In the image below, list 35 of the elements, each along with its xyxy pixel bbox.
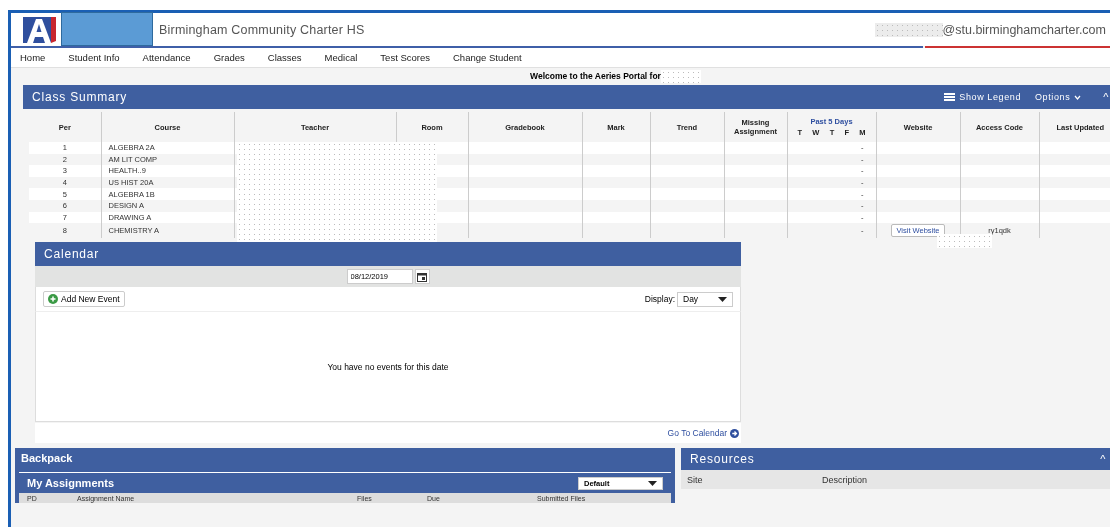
caret-icon (648, 480, 657, 486)
school-name: Birmingham Community Charter HS (159, 22, 365, 37)
nav-link[interactable]: Classes (267, 52, 302, 63)
nav-link[interactable]: Home (20, 52, 46, 63)
column-header: Site (686, 474, 704, 485)
panel-title: Class Summary (31, 90, 128, 104)
redaction-patch (660, 69, 701, 83)
welcome-text: Welcome to the Aeries Portal for (530, 71, 661, 81)
panel-title: My Assignments (27, 477, 114, 490)
empty-message: You have no events for this date (327, 361, 449, 372)
plus-icon (48, 294, 58, 305)
nav-link[interactable]: Grades (213, 52, 245, 63)
nav-link[interactable]: Test Scores (380, 52, 430, 63)
redaction-patch (874, 22, 943, 37)
options-button[interactable]: Options (1035, 92, 1082, 102)
go-to-calendar-link[interactable]: Go To Calendar (667, 428, 739, 439)
user-email[interactable]: @stu.birminghamcharter.com (942, 22, 1110, 37)
collapse-button[interactable]: ^ (1103, 91, 1110, 103)
panel-title: Backpack (20, 451, 74, 467)
panel-title: Calendar (43, 247, 100, 262)
panel-title: Resources (689, 452, 755, 467)
list-icon (944, 93, 956, 101)
caret-icon (718, 296, 727, 302)
nav-link[interactable]: Attendance (142, 52, 191, 63)
nav-link[interactable]: Student Info (68, 52, 120, 63)
show-legend-button[interactable]: Show Legend (944, 92, 1021, 102)
nav-link[interactable]: Medical (324, 52, 358, 63)
add-event-button[interactable]: Add New Event (43, 291, 125, 308)
chevron-down-icon (1074, 94, 1082, 100)
nav-link[interactable]: Change Student (453, 52, 522, 63)
calendar-button[interactable] (414, 269, 430, 285)
column-header: Description (822, 474, 868, 485)
display-label: Display: (644, 294, 675, 305)
collapse-button[interactable]: ^ (1100, 453, 1110, 466)
display-select[interactable]: Day (677, 291, 733, 307)
